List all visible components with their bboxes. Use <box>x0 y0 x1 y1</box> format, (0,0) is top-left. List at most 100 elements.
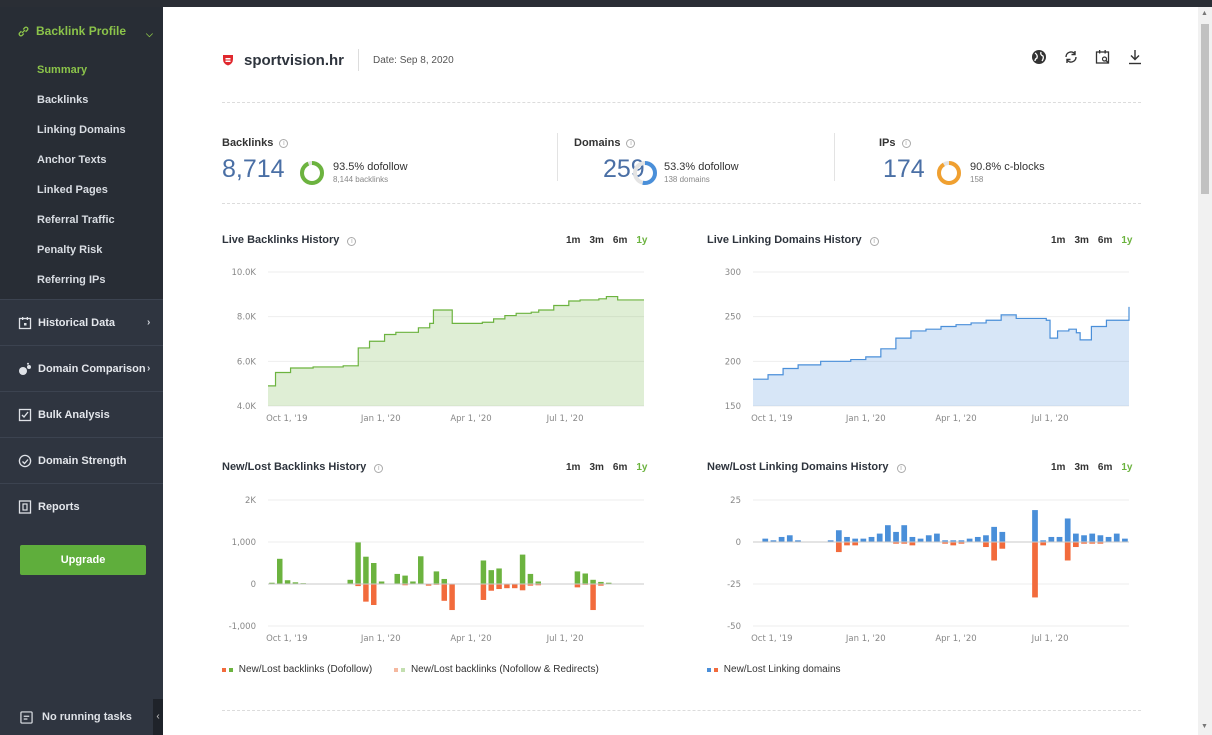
range-3m[interactable]: 3m <box>589 462 603 473</box>
y-tick-label: -50 <box>727 622 741 632</box>
info-icon[interactable]: i <box>869 237 879 246</box>
sidebar-item-linking-domains[interactable]: Linking Domains <box>0 115 163 145</box>
download-icon[interactable] <box>1127 49 1143 65</box>
info-icon[interactable]: i <box>901 139 911 148</box>
y-tick-label: 250 <box>725 313 741 323</box>
bar-positive <box>991 526 997 542</box>
bar-negative <box>441 584 447 601</box>
stat-value: 174 <box>883 155 925 183</box>
bar-negative <box>844 542 850 546</box>
sidebar-item-domain-strength[interactable]: Domain Strength <box>0 437 163 483</box>
range-6m[interactable]: 6m <box>1098 235 1112 246</box>
sidebar-item-historical-data[interactable]: Historical Data › <box>0 299 163 345</box>
range-6m[interactable]: 6m <box>1098 462 1112 473</box>
sidebar-item-summary[interactable]: Summary <box>0 55 163 85</box>
stat-sublabel: 138 domains <box>664 175 710 184</box>
donut-chart <box>937 161 961 185</box>
bar-negative <box>363 584 369 602</box>
bar-negative <box>950 542 957 546</box>
running-tasks-indicator[interactable]: No running tasks <box>0 699 163 735</box>
stat-domains: Domains i 259 53.3% dofollow 138 domains <box>574 133 739 185</box>
x-tick-label: Apr 1, '20 <box>935 414 976 424</box>
sidebar-item-label: Domain Comparison <box>38 362 146 375</box>
legend-swatch-nofollow <box>394 664 405 675</box>
range-1m[interactable]: 1m <box>1051 235 1065 246</box>
y-tick-label: 1,000 <box>232 538 256 548</box>
sidebar-item-backlinks[interactable]: Backlinks <box>0 85 163 115</box>
sidebar-item-referral-traffic[interactable]: Referral Traffic <box>0 205 163 235</box>
range-3m[interactable]: 3m <box>1074 462 1088 473</box>
range-3m[interactable]: 3m <box>589 235 603 246</box>
link-icon <box>18 26 29 36</box>
bar-positive <box>1048 536 1055 542</box>
sidebar-section-label: Backlink Profile <box>36 24 127 38</box>
upgrade-button[interactable]: Upgrade <box>20 545 146 575</box>
range-1y[interactable]: 1y <box>1121 462 1132 473</box>
legend-swatch-dofollow <box>222 664 233 675</box>
bar-positive <box>363 556 369 584</box>
bar-positive <box>925 535 932 542</box>
x-tick-label: Jul 1, '20 <box>1031 634 1069 644</box>
range-1m[interactable]: 1m <box>566 462 580 473</box>
bar-positive <box>1081 535 1087 542</box>
bar-negative <box>512 584 518 589</box>
scrollbar-thumb[interactable] <box>1201 24 1209 194</box>
info-icon[interactable]: i <box>279 139 289 148</box>
range-selector: 1m 3m 6m 1y <box>1051 235 1132 246</box>
sidebar-item-reports[interactable]: Reports <box>0 483 163 529</box>
sidebar-submenu: Summary Backlinks Linking Domains Anchor… <box>0 55 163 299</box>
stat-sublabel: 158 <box>970 175 984 184</box>
scroll-down-icon[interactable]: ▼ <box>1201 723 1208 730</box>
refresh-icon[interactable] <box>1063 49 1079 65</box>
y-tick-label: 0 <box>251 580 256 590</box>
stat-percent: 90.8% c-blocks <box>970 161 1045 173</box>
chevron-down-icon: ⌵ <box>146 29 153 39</box>
bar-negative <box>909 542 916 546</box>
info-icon[interactable]: i <box>347 237 357 246</box>
sidebar-section-backlink-profile[interactable]: Backlink Profile ⌵ <box>0 7 163 55</box>
sidebar-item-referring-ips[interactable]: Referring IPs <box>0 265 163 295</box>
range-selector: 1m 3m 6m 1y <box>566 235 647 246</box>
newlost-domains-chart: -50 -25 0 25 Oct 1, '19 Jan 1, '20 Apr 1, '20 J… <box>727 496 1129 644</box>
area-fill <box>753 306 1129 406</box>
bar-positive <box>999 531 1006 542</box>
stat-divider <box>834 133 835 181</box>
range-selector: 1m 3m 6m 1y <box>566 462 647 473</box>
y-tick-label: -25 <box>727 580 741 590</box>
globe-icon[interactable] <box>1031 49 1047 65</box>
range-1y[interactable]: 1y <box>1121 235 1132 246</box>
stat-label: Domains <box>574 137 621 149</box>
x-tick-label: Oct 1, '19 <box>751 414 792 424</box>
range-1y[interactable]: 1y <box>636 462 647 473</box>
top-border <box>0 0 1212 7</box>
range-6m[interactable]: 6m <box>613 235 627 246</box>
bar-negative <box>1073 542 1079 548</box>
sidebar-item-linked-pages[interactable]: Linked Pages <box>0 175 163 205</box>
bar-negative <box>574 584 581 588</box>
stat-divider <box>557 133 558 181</box>
range-1y[interactable]: 1y <box>636 235 647 246</box>
calendar-search-icon[interactable] <box>1095 49 1111 65</box>
scroll-up-icon[interactable]: ▲ <box>1201 10 1208 17</box>
range-1m[interactable]: 1m <box>1051 462 1065 473</box>
range-6m[interactable]: 6m <box>613 462 627 473</box>
info-icon[interactable]: i <box>626 139 636 148</box>
newlost-backlinks-chart: -1,000 0 1,000 2K Oct 1, '19 Jan 1, '20 Apr 1,… <box>229 496 644 644</box>
bar-negative <box>983 542 989 548</box>
bar-positive <box>786 535 793 542</box>
stat-ips: IPs i 174 90.8% c-blocks 158 <box>879 133 1045 185</box>
range-3m[interactable]: 3m <box>1074 235 1088 246</box>
range-1m[interactable]: 1m <box>566 235 580 246</box>
vertical-scrollbar[interactable]: ▲ ▼ <box>1198 7 1212 735</box>
sidebar-item-anchor-texts[interactable]: Anchor Texts <box>0 145 163 175</box>
sidebar-item-bulk-analysis[interactable]: Bulk Analysis <box>0 391 163 437</box>
bar-negative <box>999 542 1006 549</box>
info-icon[interactable]: i <box>896 464 906 473</box>
sidebar-item-domain-comparison[interactable]: Domain Comparison › <box>0 345 163 391</box>
sidebar-item-penalty-risk[interactable]: Penalty Risk <box>0 235 163 265</box>
chart-title-newlost-domains: New/Lost Linking Domains History i <box>707 461 906 473</box>
bar-positive <box>1089 533 1096 542</box>
collapse-sidebar-button[interactable]: ‹ <box>153 699 163 735</box>
info-icon[interactable]: i <box>374 464 384 473</box>
live-domains-chart: 150 200 250 300 Oct 1, '19 Jan 1, '20 Apr 1, '… <box>725 268 1130 424</box>
